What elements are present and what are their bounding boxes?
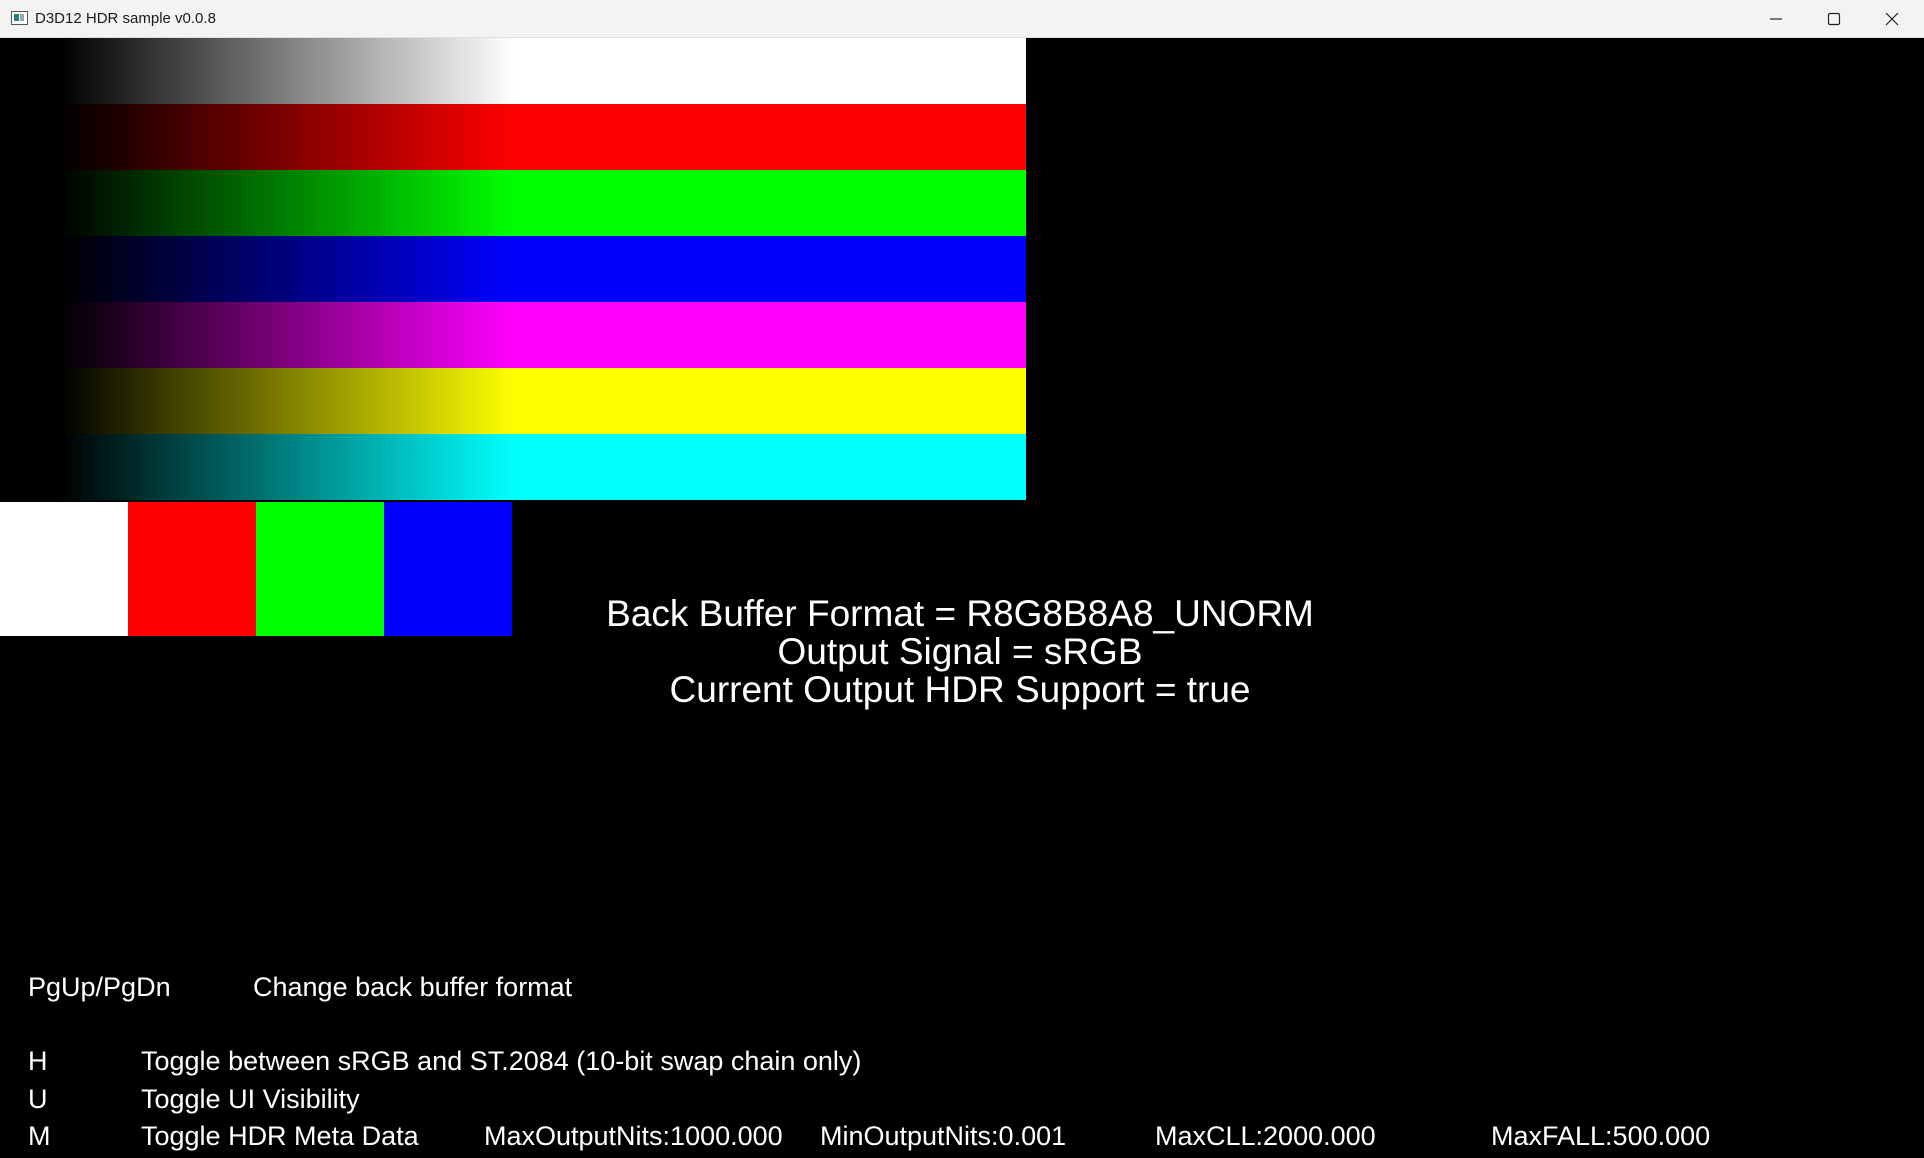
gradient-bar-white xyxy=(0,38,1026,104)
help-desc-u: Toggle UI Visibility xyxy=(141,1084,360,1114)
help-desc-h: Toggle between sRGB and ST.2084 (10-bit … xyxy=(141,1046,862,1076)
gradient-bar-yellow xyxy=(0,368,1026,434)
help-key-u: U xyxy=(28,1084,48,1114)
maximize-button[interactable] xyxy=(1805,0,1863,38)
close-icon xyxy=(1885,12,1899,26)
min-output-nits: MinOutputNits:0.001 xyxy=(820,1121,1067,1151)
output-signal-text: Output Signal = sRGB xyxy=(777,631,1143,672)
back-buffer-format-text: Back Buffer Format = R8G8B8A8_UNORM xyxy=(606,593,1314,634)
help-key-m: M xyxy=(28,1121,51,1151)
swatch-green xyxy=(256,502,384,636)
minimize-icon xyxy=(1770,18,1782,20)
maximize-icon xyxy=(1827,12,1841,26)
help-desc-pgup: Change back buffer format xyxy=(253,972,573,1002)
gradient-bar-cyan xyxy=(0,434,1026,500)
gradient-bar-red xyxy=(0,104,1026,170)
minimize-button[interactable] xyxy=(1747,0,1805,38)
render-area: Back Buffer Format = R8G8B8A8_UNORM Outp… xyxy=(0,38,1924,1158)
help-desc-m: Toggle HDR Meta Data xyxy=(141,1121,419,1151)
gradient-bar-blue xyxy=(0,236,1026,302)
app-window: D3D12 HDR sample v0.0.8 Back Buffer Form… xyxy=(0,0,1924,1158)
max-output-nits: MaxOutputNits:1000.000 xyxy=(484,1121,783,1151)
hdr-support-text: Current Output HDR Support = true xyxy=(669,669,1251,710)
status-text: Back Buffer Format = R8G8B8A8_UNORM Outp… xyxy=(500,595,1420,709)
window-title: D3D12 HDR sample v0.0.8 xyxy=(35,10,216,27)
close-button[interactable] xyxy=(1863,0,1921,38)
swatch-red xyxy=(128,502,256,636)
help-key-pgup: PgUp/PgDn xyxy=(28,972,171,1002)
title-bar[interactable]: D3D12 HDR sample v0.0.8 xyxy=(0,0,1924,38)
max-fall: MaxFALL:500.000 xyxy=(1491,1121,1711,1151)
app-window-icon xyxy=(11,11,28,25)
gradient-bar-magenta xyxy=(0,302,1026,368)
swatch-white xyxy=(0,502,128,636)
help-key-h: H xyxy=(28,1046,48,1076)
max-cll: MaxCLL:2000.000 xyxy=(1155,1121,1376,1151)
swatch-blue xyxy=(384,502,512,636)
gradient-bar-green xyxy=(0,170,1026,236)
